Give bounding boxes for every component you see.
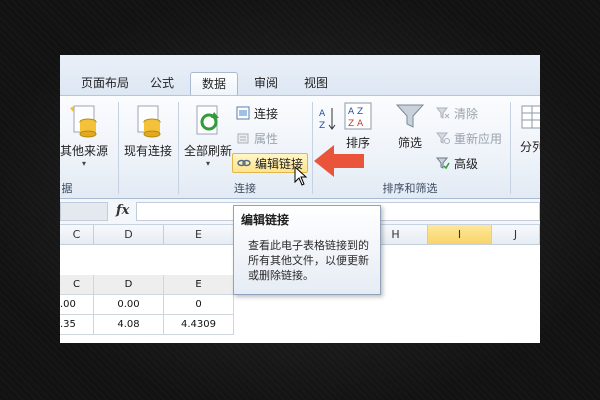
table-cell[interactable]: .35	[60, 315, 94, 335]
column-header-c[interactable]: C	[60, 225, 94, 245]
clear-filter-button[interactable]: 清除	[435, 104, 479, 124]
column-header-j[interactable]: J	[492, 225, 540, 245]
svg-text:A Z: A Z	[348, 107, 363, 117]
table-header-cell[interactable]: C	[60, 275, 94, 295]
tab-data[interactable]: 数据	[190, 72, 238, 95]
connections-button[interactable]: 连接	[236, 104, 278, 124]
existing-connections-icon	[132, 104, 164, 138]
edit-links-tooltip: 编辑链接 查看此电子表格链接到的所有其他文件，以便更新或删除链接。	[233, 205, 381, 295]
sort-az-button[interactable]: A Z	[316, 104, 340, 136]
table-cell[interactable]: 4.08	[94, 315, 164, 335]
tooltip-title: 编辑链接	[241, 213, 290, 227]
sort-dialog-icon: A Z Z A	[344, 102, 372, 130]
table-header-cell[interactable]: E	[164, 275, 234, 295]
get-external-data-group-label: 据	[61, 182, 73, 195]
refresh-all-button[interactable]: 全部刷新 ▾	[182, 104, 234, 168]
column-header-d[interactable]: D	[94, 225, 164, 245]
advanced-filter-icon	[435, 156, 450, 170]
filter-funnel-icon	[395, 102, 425, 130]
text-to-columns-icon	[520, 104, 540, 134]
tab-formulas[interactable]: 公式	[142, 72, 182, 95]
column-header-e[interactable]: E	[164, 225, 234, 245]
name-box-scroll[interactable]	[60, 202, 108, 221]
existing-connections-label: 现有连接	[123, 144, 172, 158]
other-sources-button[interactable]: 其他来源 ▾	[60, 104, 112, 168]
sort-az-icon: A Z	[318, 104, 338, 132]
database-icon	[68, 104, 100, 138]
ribbon-tab-bar: 页面布局 公式 数据 审阅 视图	[60, 55, 540, 95]
group-separator	[178, 102, 179, 194]
function-icon[interactable]: fx	[116, 203, 129, 218]
reapply-label: 重新应用	[454, 132, 503, 146]
filter-button[interactable]: 筛选	[390, 102, 430, 151]
column-header-i[interactable]: I	[428, 225, 492, 245]
excel-window: 页面布局 公式 数据 审阅 视图 其他来源 ▾ 现有连接 据 全部刷新 ▾ 连接…	[60, 55, 540, 343]
sort-filter-group-label: 排序和筛选	[382, 182, 438, 195]
tab-page-layout[interactable]: 页面布局	[74, 72, 136, 95]
tooltip-body: 查看此电子表格链接到的所有其他文件，以便更新或删除链接。	[248, 239, 369, 282]
table-header-cell[interactable]: D	[94, 275, 164, 295]
group-separator	[510, 102, 511, 194]
clear-label: 清除	[454, 107, 479, 121]
reapply-button[interactable]: 重新应用	[435, 129, 503, 149]
properties-icon	[236, 131, 250, 145]
group-separator	[118, 102, 119, 194]
svg-text:Z A: Z A	[348, 119, 364, 129]
mouse-cursor-icon	[294, 165, 308, 190]
table-cell[interactable]: .00	[60, 295, 94, 315]
svg-text:A: A	[319, 109, 326, 119]
reapply-icon	[435, 131, 450, 145]
table-cell[interactable]: 0.00	[94, 295, 164, 315]
connections-icon	[236, 106, 250, 120]
connections-label: 连接	[254, 107, 279, 121]
advanced-label: 高级	[454, 157, 479, 171]
table-cell[interactable]: 0	[164, 295, 234, 315]
tab-view[interactable]: 视图	[296, 72, 336, 95]
text-to-columns-button[interactable]: 分列	[516, 104, 540, 155]
clear-filter-icon	[435, 106, 450, 120]
advanced-filter-button[interactable]: 高级	[435, 154, 479, 174]
connections-group-label: 连接	[234, 182, 256, 195]
properties-button[interactable]: 属性	[236, 129, 278, 149]
chevron-down-icon: ▾	[81, 159, 86, 168]
properties-label: 属性	[254, 132, 279, 146]
refresh-icon	[193, 104, 223, 138]
other-sources-label: 其他来源	[60, 144, 108, 158]
filter-label: 筛选	[397, 136, 422, 150]
existing-connections-button[interactable]: 现有连接	[120, 104, 176, 159]
svg-text:Z: Z	[319, 121, 325, 131]
tab-review[interactable]: 审阅	[246, 72, 286, 95]
table-cell[interactable]: 4.4309	[164, 315, 234, 335]
ribbon: 其他来源 ▾ 现有连接 据 全部刷新 ▾ 连接 属性 编辑链接 连接 A Z A…	[60, 95, 540, 199]
link-icon	[237, 156, 251, 170]
refresh-all-label: 全部刷新	[183, 144, 232, 158]
chevron-down-icon: ▾	[205, 159, 210, 168]
split-label: 分列	[520, 140, 540, 154]
annotation-arrow-icon	[312, 141, 366, 185]
